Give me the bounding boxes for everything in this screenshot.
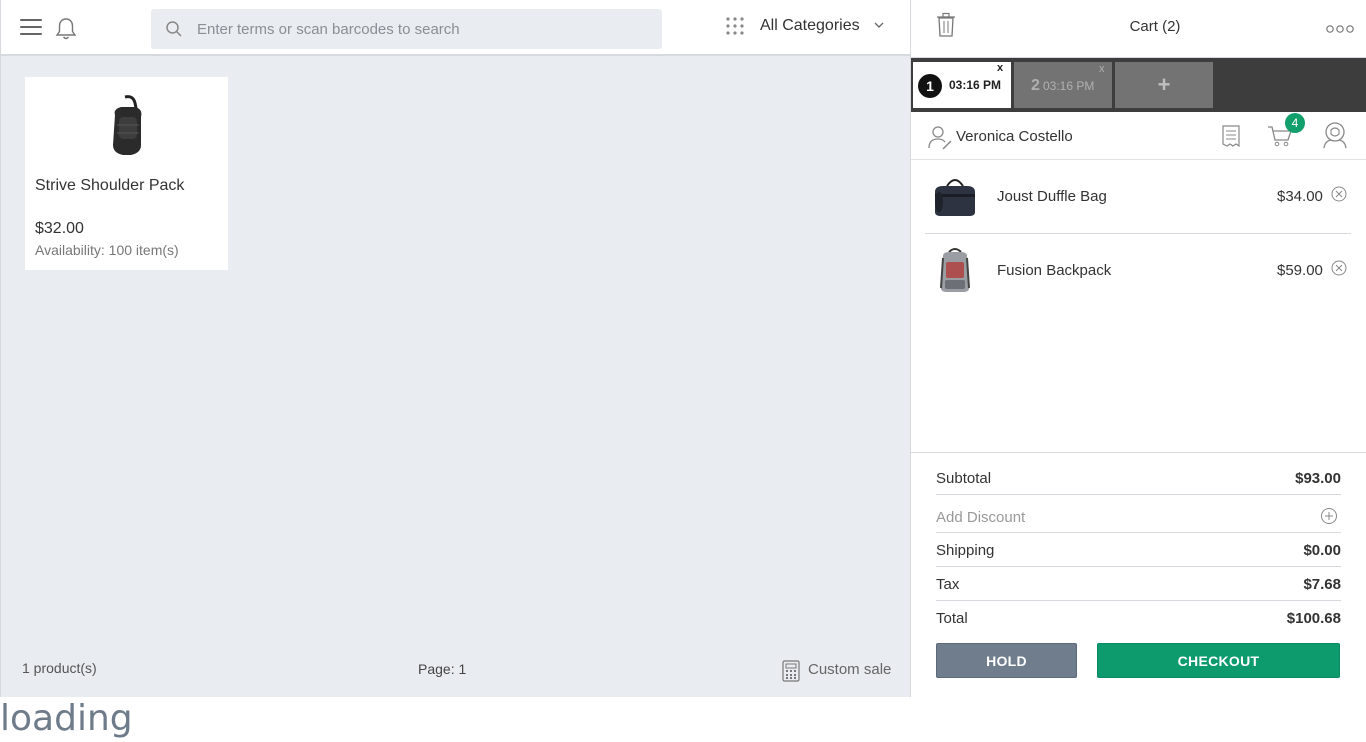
tab-number: 2 [1031, 77, 1040, 94]
custom-sale-label: Custom sale [808, 661, 892, 678]
category-select[interactable]: All Categories [723, 9, 898, 45]
cart-item-price: $34.00 [1277, 188, 1323, 205]
remove-item-icon[interactable] [1331, 260, 1347, 276]
tab-time: 03:16 PM [1043, 79, 1095, 93]
product-price: $32.00 [35, 220, 84, 237]
cart-item-name[interactable]: Joust Duffle Bag [997, 188, 1107, 205]
shipping-value: $0.00 [1303, 542, 1341, 559]
order-tab-2[interactable]: 2 03:16 PM x [1014, 62, 1112, 108]
tax-label: Tax [936, 576, 960, 593]
tax-value: $7.68 [1303, 576, 1341, 593]
remove-item-icon[interactable] [1331, 186, 1347, 202]
search-icon [166, 21, 182, 37]
cart-item-name[interactable]: Fusion Backpack [997, 262, 1111, 279]
plus-icon: + [1157, 72, 1171, 97]
close-tab-icon[interactable]: x [997, 62, 1003, 74]
tab-time: 03:16 PM [949, 78, 1002, 92]
calculator-icon [782, 660, 800, 682]
top-bar: All Categories [1, 0, 910, 56]
shipping-label: Shipping [936, 542, 995, 559]
tax-row: Tax $7.68 [936, 567, 1341, 601]
subtotal-row: Subtotal $93.00 [936, 461, 1341, 495]
hold-button[interactable]: HOLD [936, 643, 1077, 678]
total-row: Total $100.68 [936, 601, 1341, 635]
tab-number: 1 [918, 74, 942, 98]
cart-item-image [940, 248, 970, 292]
search-input[interactable] [197, 9, 647, 49]
order-tabs: 1 03:16 PM x 2 03:16 PM x + [911, 58, 1366, 112]
subtotal-value: $93.00 [1295, 470, 1341, 487]
receipt-icon[interactable] [1220, 124, 1242, 148]
hamburger-menu-icon[interactable] [20, 19, 42, 37]
total-label: Total [936, 610, 968, 627]
checkout-button[interactable]: CHECKOUT [1097, 643, 1340, 678]
total-value: $100.68 [1286, 610, 1341, 627]
product-pane: All Categories Strive Shoulder Pack $32.… [0, 0, 910, 697]
bell-icon[interactable] [53, 16, 79, 42]
cart-header: Cart (2) [911, 0, 1366, 58]
cart-pane: Cart (2) 1 03:16 PM x 2 03:16 PM x + Ver… [910, 0, 1366, 697]
cart-item: Fusion Backpack $59.00 [925, 234, 1351, 308]
chevron-down-icon [874, 22, 884, 28]
category-label: All Categories [760, 17, 860, 34]
more-options-icon[interactable] [1326, 22, 1354, 34]
add-order-tab-button[interactable]: + [1115, 62, 1213, 108]
add-discount-row[interactable]: Add Discount [936, 495, 1341, 533]
shipping-row: Shipping $0.00 [936, 533, 1341, 567]
customer-row: Veronica Costello 4 [911, 112, 1366, 160]
product-card[interactable]: Strive Shoulder Pack $32.00 Availability… [25, 77, 228, 270]
product-count: 1 product(s) [22, 660, 97, 676]
subtotal-label: Subtotal [936, 470, 992, 487]
search-bar [151, 9, 662, 49]
totals-panel: Subtotal $93.00 Add Discount Shipping $0… [911, 452, 1366, 697]
close-tab-icon[interactable]: x [1099, 63, 1105, 75]
product-name: Strive Shoulder Pack [35, 177, 185, 194]
page-indicator: Page: 1 [418, 661, 467, 677]
order-tab-1[interactable]: 1 03:16 PM x [913, 62, 1011, 108]
user-profile-icon[interactable] [1322, 121, 1348, 149]
cart-item-image [935, 179, 975, 216]
cart-count-badge: 4 [1285, 113, 1305, 133]
product-availability: Availability: 100 item(s) [35, 242, 179, 258]
pos-app: All Categories Strive Shoulder Pack $32.… [0, 0, 1366, 697]
cart-item: Joust Duffle Bag $34.00 [925, 160, 1351, 234]
customer-edit-icon[interactable] [927, 124, 953, 150]
grid-icon [726, 17, 744, 35]
add-circle-icon[interactable] [1320, 507, 1338, 525]
product-image [113, 95, 142, 155]
loading-text: loading [0, 698, 133, 739]
cart-title: Cart (2) [1129, 18, 1181, 35]
cart-item-price: $59.00 [1277, 262, 1323, 279]
customer-name[interactable]: Veronica Costello [956, 128, 1073, 145]
add-discount-label: Add Discount [936, 509, 1026, 526]
